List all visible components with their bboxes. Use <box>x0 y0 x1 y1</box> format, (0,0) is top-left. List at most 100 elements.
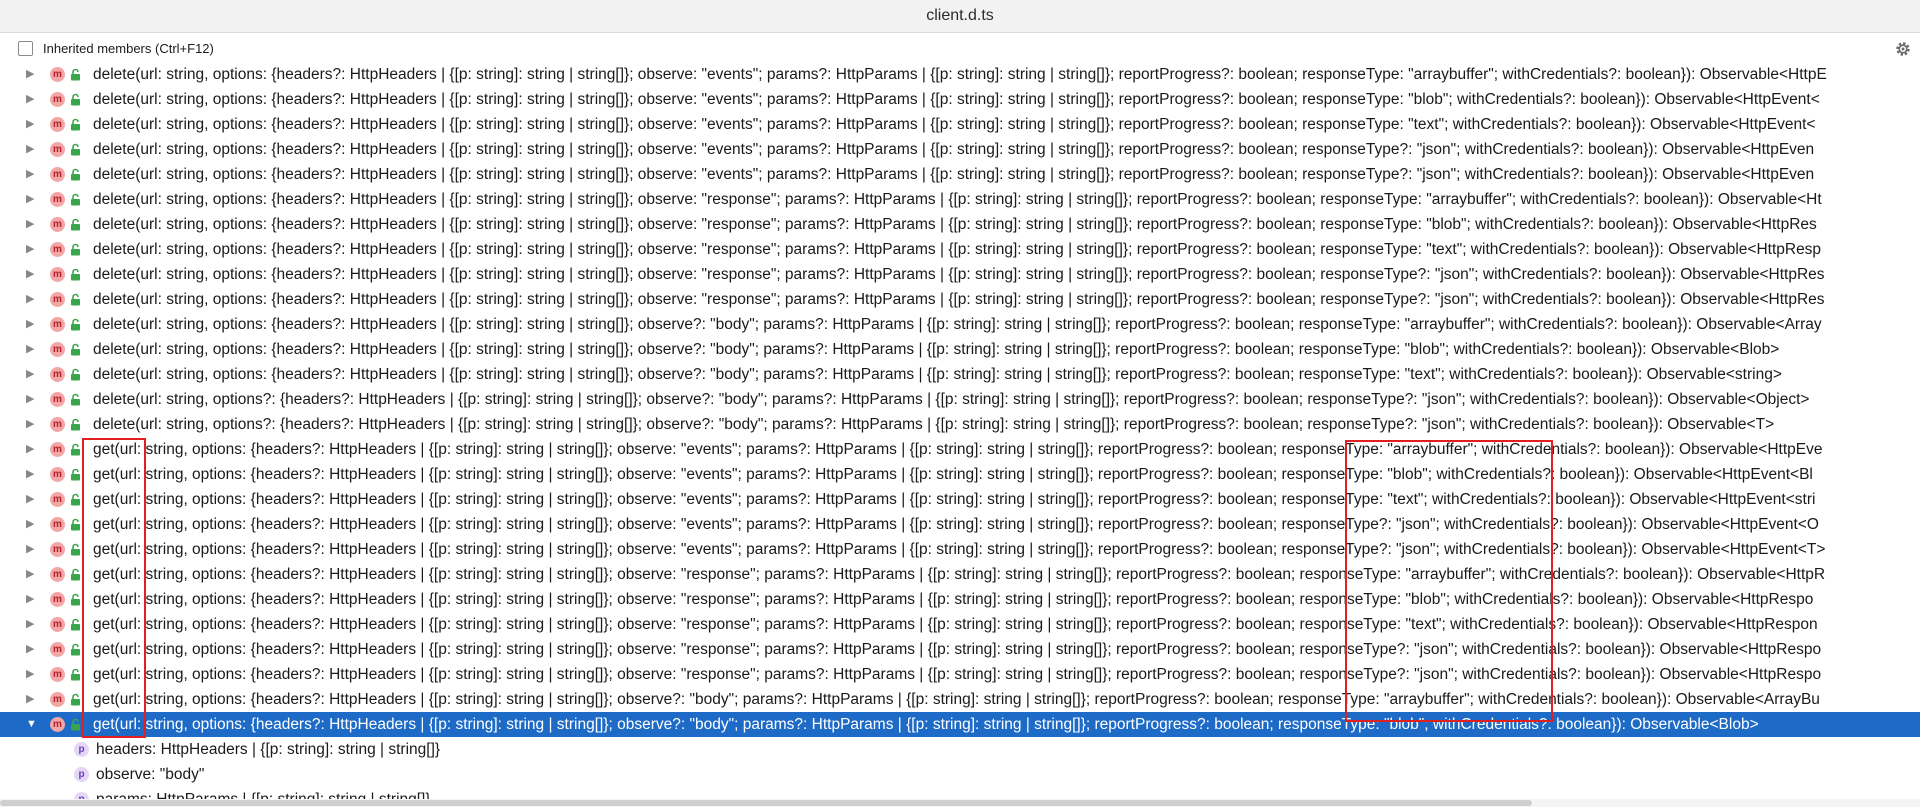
property-icon: p <box>74 742 89 757</box>
member-row[interactable]: ▶ m delete(url: string, options: {headers?… <box>0 362 1920 387</box>
inherited-members-label[interactable]: Inherited members (Ctrl+F12) <box>43 41 214 56</box>
expand-arrow-icon[interactable]: ▶ <box>26 562 36 587</box>
member-row[interactable]: ▶ m delete(url: string, options: {headers?… <box>0 212 1920 237</box>
method-icon: m <box>50 467 65 482</box>
method-icon: m <box>50 67 65 82</box>
public-lock-icon <box>71 493 80 506</box>
expand-arrow-icon[interactable]: ▶ <box>26 487 36 512</box>
expand-arrow-icon[interactable]: ▶ <box>26 212 36 237</box>
member-row[interactable]: ▶ m delete(url: string, options: {headers?… <box>0 62 1920 87</box>
property-icon: p <box>74 792 89 799</box>
structure-toolbar: Inherited members (Ctrl+F12) <box>0 33 1920 65</box>
member-row[interactable]: ▶ m get(url: string, options: {headers?: H… <box>0 637 1920 662</box>
structure-tree[interactable]: ▶ m delete(url: string, options: {headers?… <box>0 62 1920 799</box>
member-row[interactable]: ▶ m delete(url: string, options: {headers?… <box>0 137 1920 162</box>
method-icon: m <box>50 542 65 557</box>
expand-arrow-icon[interactable]: ▶ <box>26 412 36 437</box>
member-signature: delete(url: string, options: {headers?: … <box>93 141 1815 158</box>
parameter-row[interactable]: p observe: "body" <box>0 762 1920 787</box>
expand-arrow-icon[interactable]: ▶ <box>26 612 36 637</box>
member-row[interactable]: ▶ m get(url: string, options: {headers?: H… <box>0 437 1920 462</box>
parameter-row[interactable]: p params: HttpParams | {[p: string]: stri… <box>0 787 1920 799</box>
expand-arrow-open-icon[interactable]: ▼ <box>26 712 37 737</box>
member-row[interactable]: ▶ m get(url: string, options: {headers?: H… <box>0 562 1920 587</box>
expand-arrow-icon[interactable]: ▶ <box>26 687 36 712</box>
expand-arrow-icon[interactable]: ▶ <box>26 312 36 337</box>
member-signature: delete(url: string, options: {headers?: … <box>93 316 1822 333</box>
member-row[interactable]: ▶ m get(url: string, options: {headers?: H… <box>0 537 1920 562</box>
public-lock-icon <box>71 668 80 681</box>
member-row[interactable]: ▶ m delete(url: string, options: {headers?… <box>0 312 1920 337</box>
public-lock-icon <box>71 68 80 81</box>
member-signature: delete(url: string, options: {headers?: … <box>93 366 1782 383</box>
expand-arrow-icon[interactable]: ▶ <box>26 237 36 262</box>
member-signature: delete(url: string, options: {headers?: … <box>93 66 1827 83</box>
member-row[interactable]: ▶ m delete(url: string, options: {headers?… <box>0 337 1920 362</box>
member-signature: get(url: string, options: {headers?: Htt… <box>93 541 1826 558</box>
horizontal-scrollbar[interactable] <box>0 799 1920 807</box>
expand-arrow-icon[interactable]: ▶ <box>26 637 36 662</box>
scrollbar-thumb[interactable] <box>0 800 1532 806</box>
member-signature: delete(url: string, options: {headers?: … <box>93 91 1820 108</box>
expand-arrow-icon[interactable]: ▶ <box>26 62 36 87</box>
expand-arrow-icon[interactable]: ▶ <box>26 537 36 562</box>
member-row[interactable]: ▶ m get(url: string, options: {headers?: H… <box>0 487 1920 512</box>
parameter-row[interactable]: p headers: HttpHeaders | {[p: string]: st… <box>0 737 1920 762</box>
expand-arrow-icon[interactable]: ▶ <box>26 187 36 212</box>
public-lock-icon <box>71 418 80 431</box>
member-signature: get(url: string, options: {headers?: Htt… <box>93 466 1813 483</box>
public-lock-icon <box>71 318 80 331</box>
member-row[interactable]: ▶ m delete(url: string, options: {headers?… <box>0 112 1920 137</box>
member-row[interactable]: ▶ m delete(url: string, options: {headers?… <box>0 87 1920 112</box>
member-row[interactable]: ▶ m delete(url: string, options?: {headers… <box>0 387 1920 412</box>
member-row[interactable]: ▶ m get(url: string, options: {headers?: H… <box>0 612 1920 637</box>
expand-arrow-icon[interactable]: ▶ <box>26 387 36 412</box>
expand-arrow-icon[interactable]: ▶ <box>26 462 36 487</box>
public-lock-icon <box>71 593 80 606</box>
expand-arrow-icon[interactable]: ▶ <box>26 137 36 162</box>
expand-arrow-icon[interactable]: ▶ <box>26 437 36 462</box>
member-row[interactable]: ▶ m get(url: string, options: {headers?: H… <box>0 662 1920 687</box>
member-row[interactable]: ▶ m get(url: string, options: {headers?: H… <box>0 462 1920 487</box>
expand-arrow-icon[interactable]: ▶ <box>26 112 36 137</box>
expand-arrow-icon[interactable]: ▶ <box>26 262 36 287</box>
member-row[interactable]: ▶ m delete(url: string, options: {headers?… <box>0 162 1920 187</box>
expand-arrow-icon[interactable]: ▶ <box>26 662 36 687</box>
member-signature: delete(url: string, options?: {headers?:… <box>93 391 1810 408</box>
method-icon: m <box>50 117 65 132</box>
method-icon: m <box>50 667 65 682</box>
public-lock-icon <box>71 218 80 231</box>
method-icon: m <box>50 192 65 207</box>
member-row[interactable]: ▶ m delete(url: string, options: {headers?… <box>0 187 1920 212</box>
member-row[interactable]: ▶ m get(url: string, options: {headers?: H… <box>0 512 1920 537</box>
method-icon: m <box>50 517 65 532</box>
member-row[interactable]: ▶ m delete(url: string, options: {headers?… <box>0 262 1920 287</box>
method-icon: m <box>50 592 65 607</box>
method-icon: m <box>50 392 65 407</box>
gear-icon[interactable] <box>1894 40 1912 58</box>
public-lock-icon <box>71 118 80 131</box>
expand-arrow-icon[interactable]: ▶ <box>26 587 36 612</box>
public-lock-icon <box>71 468 80 481</box>
public-lock-icon <box>71 693 80 706</box>
member-signature: delete(url: string, options: {headers?: … <box>93 216 1817 233</box>
expand-arrow-icon[interactable]: ▶ <box>26 337 36 362</box>
expand-arrow-icon[interactable]: ▶ <box>26 512 36 537</box>
member-row[interactable]: ▶ m delete(url: string, options?: {headers… <box>0 412 1920 437</box>
expand-arrow-icon[interactable]: ▶ <box>26 162 36 187</box>
public-lock-icon <box>71 343 80 356</box>
member-row-selected[interactable]: ▼ m get(url: string, options: {headers?: H… <box>0 712 1920 737</box>
method-icon: m <box>50 242 65 257</box>
member-row[interactable]: ▶ m get(url: string, options: {headers?: H… <box>0 687 1920 712</box>
member-row[interactable]: ▶ m delete(url: string, options: {headers?… <box>0 237 1920 262</box>
member-signature: get(url: string, options: {headers?: Htt… <box>93 616 1818 633</box>
expand-arrow-icon[interactable]: ▶ <box>26 287 36 312</box>
member-row[interactable]: ▶ m delete(url: string, options: {headers?… <box>0 287 1920 312</box>
method-icon: m <box>50 317 65 332</box>
inherited-members-checkbox[interactable] <box>18 41 33 56</box>
method-icon: m <box>50 642 65 657</box>
member-signature: delete(url: string, options: {headers?: … <box>93 166 1815 183</box>
expand-arrow-icon[interactable]: ▶ <box>26 87 36 112</box>
member-row[interactable]: ▶ m get(url: string, options: {headers?: H… <box>0 587 1920 612</box>
expand-arrow-icon[interactable]: ▶ <box>26 362 36 387</box>
